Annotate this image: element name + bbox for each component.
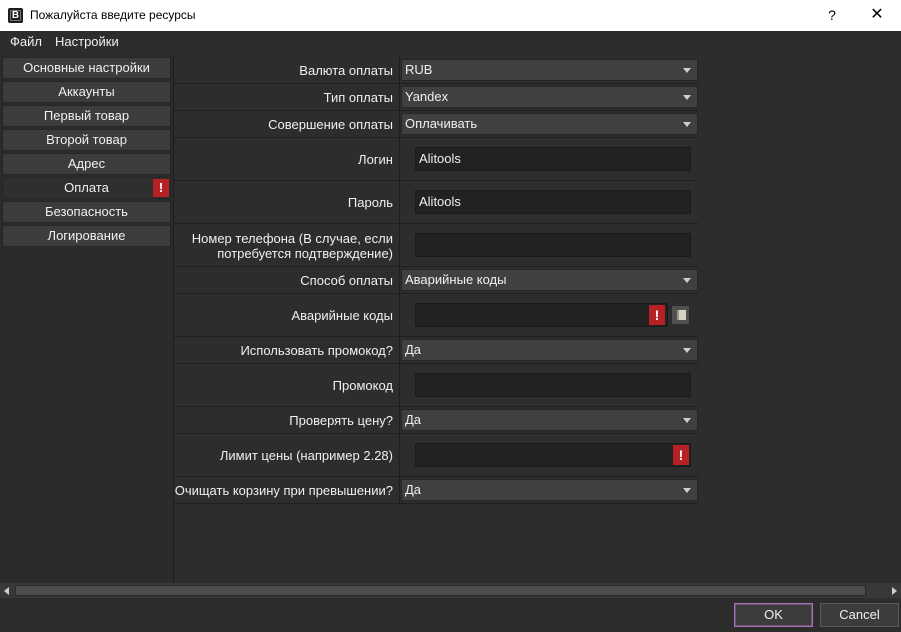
dialog-footer: OK Cancel [0,598,901,632]
form-row-promo: Промокод [174,364,698,407]
form-row-currency: Валюта оплаты RUB [174,57,698,84]
password-input[interactable]: Alitools [415,190,691,214]
form-row-use-promo: Использовать промокод? Да [174,337,698,364]
clear-cart-select[interactable]: Да [401,479,698,501]
scroll-thumb[interactable] [15,585,866,596]
warning-icon: ! [673,445,689,465]
payment-method-value: Аварийные коды [405,272,507,287]
sidebar-item-general[interactable]: Основные настройки [2,57,171,79]
scroll-left-icon[interactable] [0,583,14,598]
app-icon: B [8,8,23,23]
scroll-right-icon[interactable] [887,583,901,598]
payment-type-value: Yandex [405,89,449,104]
form-row-login: Логин Alitools [174,138,698,181]
clear-cart-value: Да [405,482,422,497]
phone-label-line1: Номер телефона (В случае, если [191,230,393,246]
price-limit-label: Лимит цены (например 2.28) [219,448,393,463]
check-price-label: Проверять цену? [289,413,393,428]
menu-file[interactable]: Файл [10,34,42,50]
form-row-phone: Номер телефона (В случае, если потребует… [174,224,698,267]
check-price-select[interactable]: Да [401,409,698,431]
phone-label: Номер телефона (В случае, если потребует… [174,224,398,267]
sidebar-item-accounts[interactable]: Аккаунты [2,81,171,103]
use-promo-select[interactable]: Да [401,339,698,361]
promo-label: Промокод [332,378,393,393]
use-promo-label: Использовать промокод? [240,343,393,358]
login-input[interactable]: Alitools [415,147,691,171]
payment-action-value: Оплачивать [405,116,478,131]
warning-icon: ! [649,305,665,325]
currency-label: Валюта оплаты [299,63,393,78]
phone-input[interactable] [415,233,691,257]
sidebar-item-security[interactable]: Безопасность [2,201,171,223]
form-row-payment-action: Совершение оплаты Оплачивать [174,111,698,138]
form-row-payment-method: Способ оплаты Аварийные коды [174,267,698,294]
cancel-button[interactable]: Cancel [820,603,899,627]
login-label: Логин [358,152,393,167]
title-bar: B Пожалуйста введите ресурсы ? ✕ [0,0,901,31]
phone-label-line2: потребуется подтверждение) [217,245,393,261]
window-title: Пожалуйста введите ресурсы [30,8,196,22]
use-promo-value: Да [405,342,422,357]
open-file-icon[interactable] [671,305,690,325]
form-row-check-price: Проверять цену? Да [174,407,698,434]
chevron-down-icon [683,278,691,283]
chevron-down-icon [683,488,691,493]
price-limit-input[interactable] [415,443,691,467]
sidebar-item-second-product[interactable]: Второй товар [2,129,171,151]
chevron-down-icon [683,122,691,127]
sidebar: Основные настройки Аккаунты Первый товар… [0,55,173,583]
form-row-price-limit: Лимит цены (например 2.28) ! [174,434,698,477]
close-button[interactable]: ✕ [862,4,892,26]
chevron-down-icon [683,348,691,353]
chevron-down-icon [683,95,691,100]
payment-method-select[interactable]: Аварийные коды [401,269,698,291]
sidebar-item-payment[interactable]: Оплата ! [2,177,171,199]
chevron-down-icon [683,68,691,73]
horizontal-scrollbar[interactable] [0,583,901,598]
sidebar-item-logging[interactable]: Логирование [2,225,171,247]
sidebar-item-first-product[interactable]: Первый товар [2,105,171,127]
emergency-codes-input[interactable] [415,303,668,327]
payment-method-label: Способ оплаты [300,273,393,288]
currency-value: RUB [405,62,433,77]
currency-select[interactable]: RUB [401,59,698,81]
password-label: Пароль [347,195,393,210]
ok-button[interactable]: OK [734,603,813,627]
form-row-password: Пароль Alitools [174,181,698,224]
form-row-emergency-codes: Аварийные коды ! [174,294,698,337]
form-row-payment-type: Тип оплаты Yandex [174,84,698,111]
menu-bar: Файл Настройки [0,31,901,53]
settings-form: Валюта оплаты RUB Тип оплаты Yandex Сове… [173,55,901,583]
sidebar-item-label: Оплата [64,180,109,195]
check-price-value: Да [405,412,422,427]
payment-action-label: Совершение оплаты [268,117,393,132]
payment-type-label: Тип оплаты [323,90,393,105]
clear-cart-label: Очищать корзину при превышении? [174,483,393,498]
promo-input[interactable] [415,373,691,397]
emergency-codes-label: Аварийные коды [291,308,394,323]
help-button[interactable]: ? [818,4,846,26]
payment-type-select[interactable]: Yandex [401,86,698,108]
payment-action-select[interactable]: Оплачивать [401,113,698,135]
warning-icon: ! [153,179,169,197]
menu-settings[interactable]: Настройки [55,34,119,50]
form-row-clear-cart: Очищать корзину при превышении? Да [174,477,698,504]
chevron-down-icon [683,418,691,423]
sidebar-item-address[interactable]: Адрес [2,153,171,175]
